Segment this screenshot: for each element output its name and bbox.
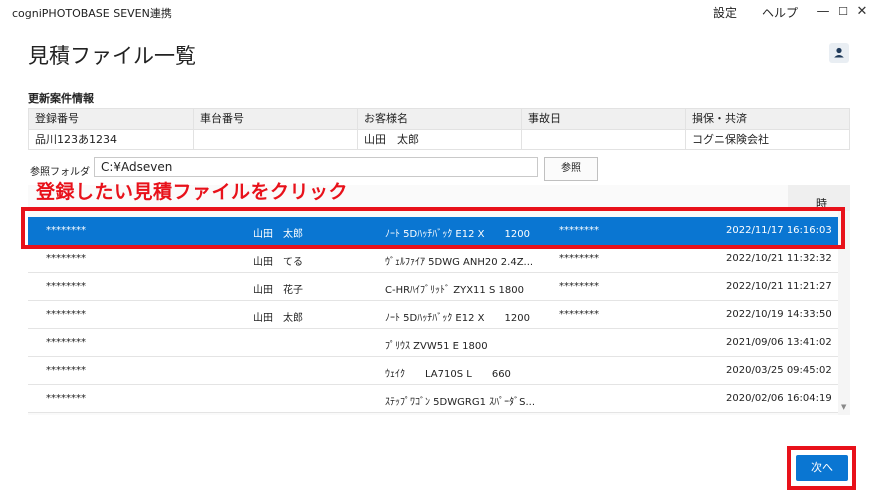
folder-path-input[interactable]: C:¥Adseven	[94, 157, 538, 177]
next-button[interactable]: 次へ	[796, 455, 848, 481]
title-bar: cogniPHOTOBASE SEVEN連携 設定 ヘルプ — ☐ ✕	[0, 0, 878, 24]
row-reg-id: ********	[46, 309, 86, 320]
table-row[interactable]: ******** 山田 太郎 ﾉｰﾄ 5Dﾊｯﾁﾊﾞｯｸ E12 X 1200 …	[28, 301, 838, 329]
table-row[interactable]: ******** ﾌﾟﾘｳｽ ZVW51 E 1800 2021/09/06 1…	[28, 329, 838, 357]
maximize-icon[interactable]: ☐	[833, 2, 853, 22]
info-header-row: 登録番号 車台番号 お客様名 事故日 損保・共済	[29, 109, 849, 129]
row-vehicle: ﾉｰﾄ 5Dﾊｯﾁﾊﾞｯｸ E12 X 1200	[385, 313, 530, 324]
minimize-icon[interactable]: —	[813, 2, 833, 22]
row-reg-id: ********	[46, 253, 86, 264]
row-date: 2021/09/06 13:41:02	[726, 337, 832, 348]
info-header-cell: お客様名	[357, 109, 521, 129]
row-vehicle: ｽﾃｯﾌﾟﾜｺﾞﾝ 5DWGRG1 ｽﾊﾟｰﾀﾞS...	[385, 397, 535, 408]
info-header-cell: 事故日	[521, 109, 685, 129]
info-value-cell	[193, 130, 357, 150]
row-reg-id: ********	[46, 281, 86, 292]
row-customer: 山田 太郎	[253, 313, 303, 324]
user-icon	[834, 47, 844, 58]
table-row[interactable]: ******** 山田 花子 C-HRﾊｲﾌﾞﾘｯﾄﾞ ZYX11 S 1800…	[28, 273, 838, 301]
row-reg-id: ********	[46, 337, 86, 348]
table-row[interactable]: ******** ｽﾃｯﾌﾟﾜｺﾞﾝ 5DWGRG1 ｽﾊﾟｰﾀﾞS... 20…	[28, 385, 838, 413]
row-vehicle: ｳｪｲｸ LA710S L 660	[385, 369, 511, 380]
info-value-cell: 山田 太郎	[357, 130, 521, 150]
row-date: 2022/10/21 11:32:32	[726, 253, 832, 264]
update-info-table: 登録番号 車台番号 お客様名 事故日 損保・共済 品川123あ1234 山田 太…	[28, 108, 850, 150]
info-value-row: 品川123あ1234 山田 太郎 コグニ保険会社	[29, 129, 849, 150]
row-vehicle: ｳﾞｪﾙﾌｧｲｱ 5DWG ANH20 2.4Z...	[385, 257, 534, 268]
row-date: 2020/02/06 16:04:19	[726, 393, 832, 404]
info-value-cell: コグニ保険会社	[685, 130, 849, 150]
row-reg-id: ********	[46, 393, 86, 404]
table-row[interactable]: ******** 山田 てる ｳﾞｪﾙﾌｧｲｱ 5DWG ANH20 2.4Z.…	[28, 245, 838, 273]
instruction-annotation: 登録したい見積ファイルをクリック	[36, 181, 349, 203]
close-icon[interactable]: ✕	[852, 2, 872, 22]
info-value-cell: 品川123あ1234	[35, 133, 117, 146]
row-customer: 山田 てる	[253, 257, 303, 268]
row-date: 2020/03/25 09:45:02	[726, 365, 832, 376]
row-customer: 山田 花子	[253, 285, 303, 296]
scroll-down-icon[interactable]: ▼	[841, 403, 846, 411]
user-button[interactable]	[829, 43, 849, 63]
browse-button[interactable]: 参照	[544, 157, 598, 181]
row-date: 2022/10/19 14:33:50	[726, 309, 832, 320]
update-info-label: 更新案件情報	[28, 92, 94, 105]
selected-row-highlight	[21, 207, 845, 249]
row-vehicle: ﾌﾟﾘｳｽ ZVW51 E 1800	[385, 341, 488, 352]
info-header-cell: 損保・共済	[685, 109, 849, 129]
row-accident-id: ********	[559, 281, 599, 292]
row-vehicle: C-HRﾊｲﾌﾞﾘｯﾄﾞ ZYX11 S 1800	[385, 285, 524, 296]
info-header-cell: 登録番号	[35, 112, 79, 125]
menu-settings[interactable]: 設定	[713, 4, 737, 21]
folder-label: 参照フォルダ	[30, 167, 90, 178]
row-accident-id: ********	[559, 253, 599, 264]
info-header-cell: 車台番号	[193, 109, 357, 129]
info-value-cell	[521, 130, 685, 150]
menu-help[interactable]: ヘルプ	[762, 4, 798, 21]
row-date: 2022/10/21 11:21:27	[726, 281, 832, 292]
window-title: cogniPHOTOBASE SEVEN連携	[12, 7, 172, 20]
table-row[interactable]: ******** ｳｪｲｸ LA710S L 660 2020/03/25 09…	[28, 357, 838, 385]
page-title: 見積ファイル一覧	[28, 44, 196, 68]
row-reg-id: ********	[46, 365, 86, 376]
row-accident-id: ********	[559, 309, 599, 320]
